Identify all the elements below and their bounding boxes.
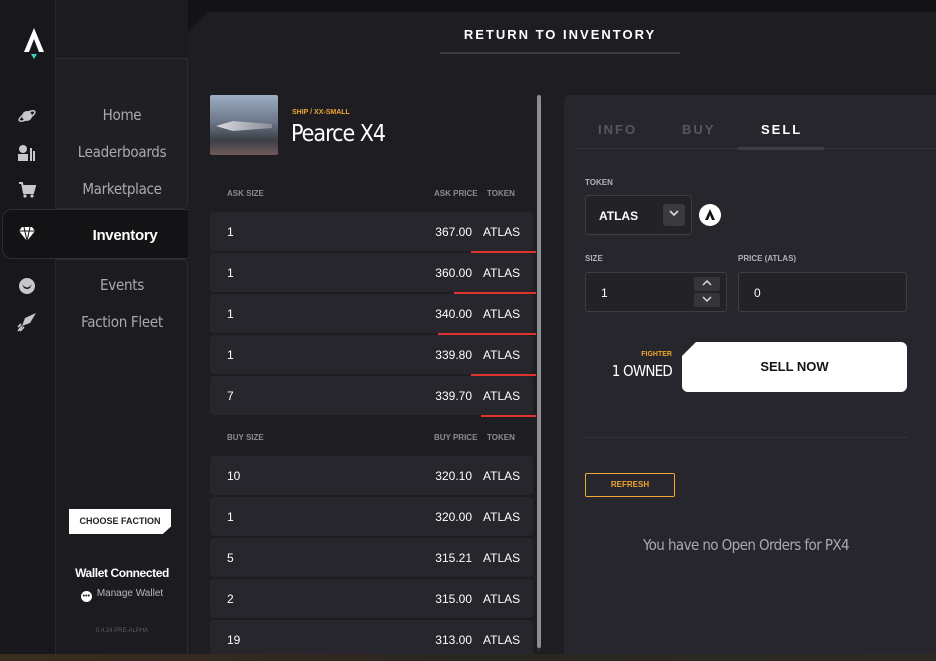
buy-token: ATLAS <box>483 551 521 565</box>
price-label: PRICE (ATLAS) <box>738 254 797 263</box>
leaderboards-icon[interactable] <box>17 143 37 163</box>
return-to-inventory-button[interactable]: RETURN TO INVENTORY <box>440 27 680 42</box>
buy-size: 2 <box>227 592 234 606</box>
ask-price-header: ASK PRICE <box>434 189 478 198</box>
nav-item-leaderboards[interactable]: Leaderboards <box>56 143 188 161</box>
ship-thumbnail <box>210 95 278 155</box>
ask-row[interactable]: 1 340.00 ATLAS <box>210 294 536 335</box>
buy-price-header: BUY PRICE <box>434 433 478 442</box>
bottom-strip <box>0 654 936 661</box>
buy-price: 320.10 <box>435 469 472 483</box>
buy-size: 5 <box>227 551 234 565</box>
events-icon[interactable] <box>17 276 37 296</box>
planet-icon[interactable] <box>17 106 37 126</box>
buy-size: 19 <box>227 633 241 647</box>
nav-item-inventory[interactable]: Inventory <box>2 209 188 259</box>
buy-price: 315.21 <box>435 551 472 565</box>
buy-row[interactable]: 1 320.00 ATLAS <box>210 497 533 536</box>
atlas-logo[interactable] <box>22 26 46 60</box>
ask-token: ATLAS <box>483 348 521 362</box>
ask-size: 1 <box>227 307 234 321</box>
ship-type: SHIP / XX-SMALL <box>292 109 350 116</box>
owned-count: 1 OWNED <box>611 362 673 380</box>
buy-size-header: BUY SIZE <box>227 433 264 442</box>
ask-row[interactable]: 1 360.00 ATLAS <box>210 253 536 294</box>
buy-token: ATLAS <box>483 510 521 524</box>
ask-size-header: ASK SIZE <box>227 189 264 198</box>
buy-price: 315.00 <box>435 592 472 606</box>
ask-price: 360.00 <box>435 266 472 280</box>
cart-icon[interactable] <box>17 180 37 200</box>
ask-size: 7 <box>227 389 234 403</box>
gem-icon <box>18 226 36 247</box>
ask-price: 340.00 <box>435 307 472 321</box>
size-input-value: 1 <box>601 286 608 300</box>
rocket-icon[interactable] <box>17 312 37 332</box>
tab-buy[interactable]: BUY <box>682 122 715 137</box>
size-input[interactable]: 1 <box>585 272 727 312</box>
manage-wallet-link[interactable]: ••• Manage Wallet <box>56 588 188 602</box>
chevron-down-icon[interactable] <box>663 204 685 226</box>
nav-panel: Home Leaderboards Marketplace Events Fac… <box>56 0 188 661</box>
tab-sell[interactable]: SELL <box>761 122 802 137</box>
manage-wallet-label: Manage Wallet <box>96 588 164 599</box>
ask-token: ATLAS <box>483 266 521 280</box>
token-select[interactable]: ATLAS <box>585 195 692 235</box>
buy-size: 10 <box>227 469 241 483</box>
buy-row[interactable]: 10 320.10 ATLAS <box>210 456 533 495</box>
ship-class-label: FIGHTER <box>641 351 672 358</box>
buy-row[interactable]: 5 315.21 ATLAS <box>210 538 533 577</box>
ask-depth-bar <box>481 415 536 417</box>
sell-now-button[interactable]: SELL NOW <box>682 342 907 392</box>
ask-size: 1 <box>227 266 234 280</box>
section-divider <box>585 437 907 438</box>
ask-price: 339.80 <box>435 348 472 362</box>
version-label: 0.4.24 PRE-ALPHA <box>95 628 149 634</box>
nav-item-home[interactable]: Home <box>56 106 188 124</box>
nav-item-marketplace[interactable]: Marketplace <box>56 180 188 198</box>
decrement-button[interactable] <box>694 293 720 307</box>
ask-token-header: TOKEN <box>487 189 515 198</box>
ask-token: ATLAS <box>483 389 521 403</box>
price-input[interactable]: 0 <box>738 272 907 312</box>
buy-token-header: TOKEN <box>487 433 515 442</box>
ask-row[interactable]: 1 339.80 ATLAS <box>210 335 536 376</box>
ask-price: 367.00 <box>435 225 472 239</box>
nav-item-label: Inventory <box>92 227 158 244</box>
tab-info[interactable]: INFO <box>598 122 637 137</box>
ask-row[interactable]: 7 339.70 ATLAS <box>210 376 536 417</box>
token-select-value: ATLAS <box>599 209 639 223</box>
buy-size: 1 <box>227 510 234 524</box>
size-label: SIZE <box>585 254 603 263</box>
nav-item-events[interactable]: Events <box>56 276 188 294</box>
ship-image <box>216 121 272 131</box>
wallet-status: Wallet Connected <box>75 566 169 580</box>
icon-rail <box>0 0 56 661</box>
ask-size: 1 <box>227 225 234 239</box>
nav-item-faction-fleet[interactable]: Faction Fleet <box>56 313 188 331</box>
ask-row[interactable]: 1 367.00 ATLAS <box>210 212 536 253</box>
tab-active-indicator <box>738 147 824 150</box>
atlas-token-icon <box>699 204 721 226</box>
buy-row[interactable]: 2 315.00 ATLAS <box>210 579 533 618</box>
increment-button[interactable] <box>694 277 720 291</box>
buy-price: 313.00 <box>435 633 472 647</box>
orderbook-scroll-thumb[interactable] <box>537 95 541 648</box>
buy-token: ATLAS <box>483 633 521 647</box>
buy-token: ATLAS <box>483 592 521 606</box>
more-icon: ••• <box>80 591 92 602</box>
buy-token: ATLAS <box>483 469 521 483</box>
price-input-value: 0 <box>754 286 761 300</box>
ask-token: ATLAS <box>483 307 521 321</box>
ask-price: 339.70 <box>435 389 472 403</box>
ship-name: Pearce X4 <box>291 121 386 147</box>
buy-price: 320.00 <box>435 510 472 524</box>
return-underline <box>440 52 680 54</box>
token-label: TOKEN <box>585 178 613 187</box>
refresh-button[interactable]: REFRESH <box>585 473 675 497</box>
ask-token: ATLAS <box>483 225 521 239</box>
choose-faction-button[interactable]: CHOOSE FACTION <box>69 509 171 534</box>
ask-size: 1 <box>227 348 234 362</box>
no-open-orders-message: You have no Open Orders for PX4 <box>643 536 850 554</box>
